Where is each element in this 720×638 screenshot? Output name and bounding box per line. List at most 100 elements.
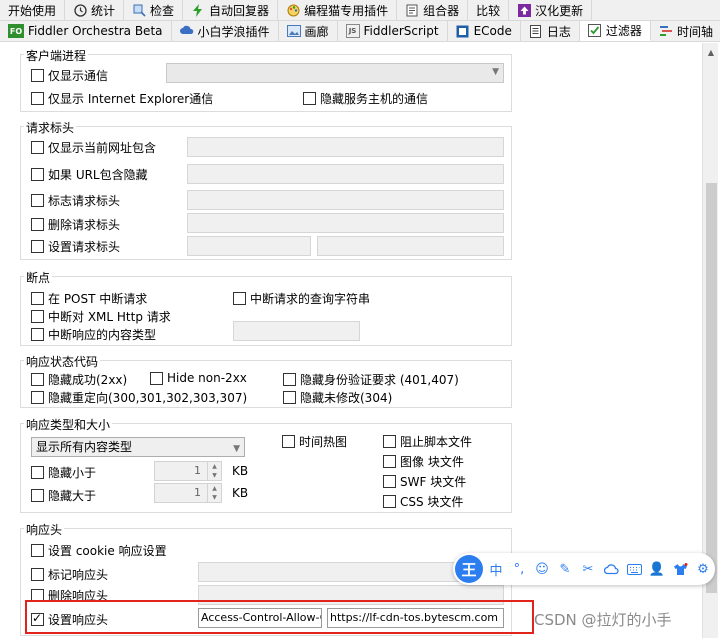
checkbox-box[interactable] xyxy=(31,168,44,181)
set-request-header-name-input[interactable] xyxy=(187,236,311,256)
checkbox-box[interactable] xyxy=(31,92,44,105)
flag-response-header-checkbox[interactable]: 标记响应头 xyxy=(31,566,108,583)
emoji-icon[interactable]: ☺ xyxy=(532,559,552,579)
flag-request-header-input[interactable] xyxy=(187,190,504,210)
tab-autoresponder[interactable]: 自动回复器 xyxy=(183,0,279,20)
toolbar-tabs-row1: 开始使用 统计 检查 自动回复器 编程猫专用插件 组合器 比较 汉化更新 xyxy=(0,0,720,21)
tab-fiddler-orchestra[interactable]: FO Fiddler Orchestra Beta xyxy=(0,21,172,41)
group-title: 请求标头 xyxy=(24,119,77,136)
block-swf-checkbox[interactable]: SWF 块文件 xyxy=(383,473,466,490)
checkbox-box[interactable] xyxy=(31,391,44,404)
punctuation-icon[interactable]: °, xyxy=(509,559,529,579)
checkbox-box[interactable] xyxy=(31,194,44,207)
checkbox-box[interactable] xyxy=(31,568,44,581)
url-hide-input[interactable] xyxy=(187,164,504,184)
stepper-arrows-icon[interactable]: ▲ ▼ xyxy=(207,462,221,480)
show-only-url-contains-checkbox[interactable]: 仅显示当前网址包含 xyxy=(31,139,156,156)
user-icon[interactable]: 👤 xyxy=(647,559,667,579)
hide-non-2xx-checkbox[interactable]: Hide non-2xx xyxy=(150,371,247,385)
ime-logo[interactable]: 王 xyxy=(455,555,483,583)
smaller-than-stepper[interactable]: 1 ▲ ▼ xyxy=(154,461,222,481)
hide-redirects-checkbox[interactable]: 隐藏重定向(300,301,302,303,307) xyxy=(31,389,247,406)
tab-log[interactable]: 日志 xyxy=(521,21,580,41)
checkbox-box[interactable] xyxy=(383,475,396,488)
tab-label: 检查 xyxy=(150,3,175,18)
hide-auth-checkbox[interactable]: 隐藏身份验证要求 (401,407) xyxy=(283,371,459,388)
checkbox-box[interactable] xyxy=(150,371,163,385)
checkbox-box[interactable] xyxy=(282,435,295,448)
hide-if-url-contains-checkbox[interactable]: 如果 URL包含隐藏 xyxy=(31,166,148,183)
checkbox-box[interactable] xyxy=(31,328,44,341)
scrollbar-thumb[interactable] xyxy=(706,183,717,593)
hide-larger-checkbox[interactable]: 隐藏大于 xyxy=(31,487,96,504)
pen-icon[interactable]: ✎ xyxy=(555,559,575,579)
checkbox-box[interactable] xyxy=(31,69,44,82)
vertical-scrollbar[interactable]: ▲ xyxy=(702,43,718,638)
cloud-icon[interactable] xyxy=(601,559,621,579)
checkbox-box[interactable] xyxy=(233,292,246,305)
checkbox-box[interactable] xyxy=(31,373,44,386)
checkbox-box[interactable] xyxy=(31,466,44,479)
checkbox-box[interactable] xyxy=(31,292,44,305)
url-contains-input[interactable] xyxy=(187,137,504,157)
set-request-header-value-input[interactable] xyxy=(317,236,504,256)
delete-request-header-input[interactable] xyxy=(187,213,504,233)
delete-request-header-checkbox[interactable]: 删除请求标头 xyxy=(31,216,120,233)
process-dropdown[interactable]: ▼ xyxy=(166,63,504,83)
tab-localization-update[interactable]: 汉化更新 xyxy=(509,0,593,20)
hide-service-host-checkbox[interactable]: 隐藏服务主机的通信 xyxy=(303,90,428,107)
tab-timeline[interactable]: 时间轴 xyxy=(651,21,720,41)
checkbox-box[interactable] xyxy=(383,435,396,448)
select-value: 显示所有内容类型 xyxy=(36,440,133,454)
checkbox-box[interactable] xyxy=(31,141,44,154)
checkbox-box[interactable] xyxy=(283,373,296,386)
gear-icon[interactable]: ⚙ xyxy=(693,559,713,579)
set-cookie-checkbox[interactable]: 设置 cookie 响应设置 xyxy=(31,542,167,559)
checkbox-box[interactable] xyxy=(383,455,396,468)
keyboard-icon[interactable] xyxy=(624,559,644,579)
content-type-select[interactable]: 显示所有内容类型 ▼ xyxy=(31,437,245,457)
flag-request-header-checkbox[interactable]: 标志请求标头 xyxy=(31,192,120,209)
content-type-input[interactable] xyxy=(233,321,360,341)
checkbox-box[interactable] xyxy=(383,495,396,508)
checkbox-box[interactable] xyxy=(283,391,296,404)
stepper-arrows-icon[interactable]: ▲ ▼ xyxy=(207,484,221,502)
hide-not-modified-checkbox[interactable]: 隐藏未修改(304) xyxy=(283,389,392,406)
scissors-icon[interactable]: ✂ xyxy=(578,559,598,579)
break-on-content-type-checkbox[interactable]: 中断响应的内容类型 xyxy=(31,326,156,343)
tab-fiddlerscript[interactable]: JS FiddlerScript xyxy=(338,21,448,41)
tab-filters[interactable]: 过滤器 xyxy=(579,21,651,41)
scroll-up-icon[interactable]: ▲ xyxy=(703,45,719,59)
break-on-post-checkbox[interactable]: 在 POST 中断请求 xyxy=(31,290,147,307)
ime-mode-toggle[interactable]: 中 xyxy=(486,559,506,579)
tab-get-started[interactable]: 开始使用 xyxy=(0,0,66,20)
tab-codemao-plugin[interactable]: 编程猫专用插件 xyxy=(278,0,398,20)
tab-gallery[interactable]: 画廊 xyxy=(279,21,338,41)
tab-statistics[interactable]: 统计 xyxy=(65,0,125,20)
show-only-ie-checkbox[interactable]: 仅显示 Internet Explorer通信 xyxy=(31,90,213,107)
tab-xiaobai-plugin[interactable]: 小白学浪插件 xyxy=(172,21,279,41)
checkbox-box[interactable] xyxy=(31,310,44,323)
larger-than-stepper[interactable]: 1 ▲ ▼ xyxy=(154,483,222,503)
tab-compare[interactable]: 比较 xyxy=(468,0,510,20)
checkbox-box[interactable] xyxy=(31,489,44,502)
tab-inspect[interactable]: 检查 xyxy=(124,0,184,20)
tab-composer[interactable]: 组合器 xyxy=(397,0,469,20)
time-heatmap-checkbox[interactable]: 时间热图 xyxy=(282,433,347,450)
checkbox-box[interactable] xyxy=(31,218,44,231)
tab-ecode[interactable]: ECode xyxy=(448,21,521,41)
block-css-checkbox[interactable]: CSS 块文件 xyxy=(383,493,463,510)
checkbox-box[interactable] xyxy=(31,544,44,557)
set-request-header-checkbox[interactable]: 设置请求标头 xyxy=(31,238,120,255)
shirt-icon[interactable] xyxy=(670,559,690,579)
break-on-query-checkbox[interactable]: 中断请求的查询字符串 xyxy=(233,290,370,307)
show-only-traffic-checkbox[interactable]: 仅显示通信 xyxy=(31,67,108,84)
block-image-checkbox[interactable]: 图像 块文件 xyxy=(383,453,464,470)
block-script-checkbox[interactable]: 阻止脚本文件 xyxy=(383,433,472,450)
hide-smaller-checkbox[interactable]: 隐藏小于 xyxy=(31,464,96,481)
hide-success-checkbox[interactable]: 隐藏成功(2xx) xyxy=(31,371,127,388)
break-on-xhr-checkbox[interactable]: 中断对 XML Http 请求 xyxy=(31,308,171,325)
checkbox-box[interactable] xyxy=(303,92,316,105)
checkbox-box[interactable] xyxy=(31,240,44,253)
group-title: 响应头 xyxy=(24,521,65,538)
